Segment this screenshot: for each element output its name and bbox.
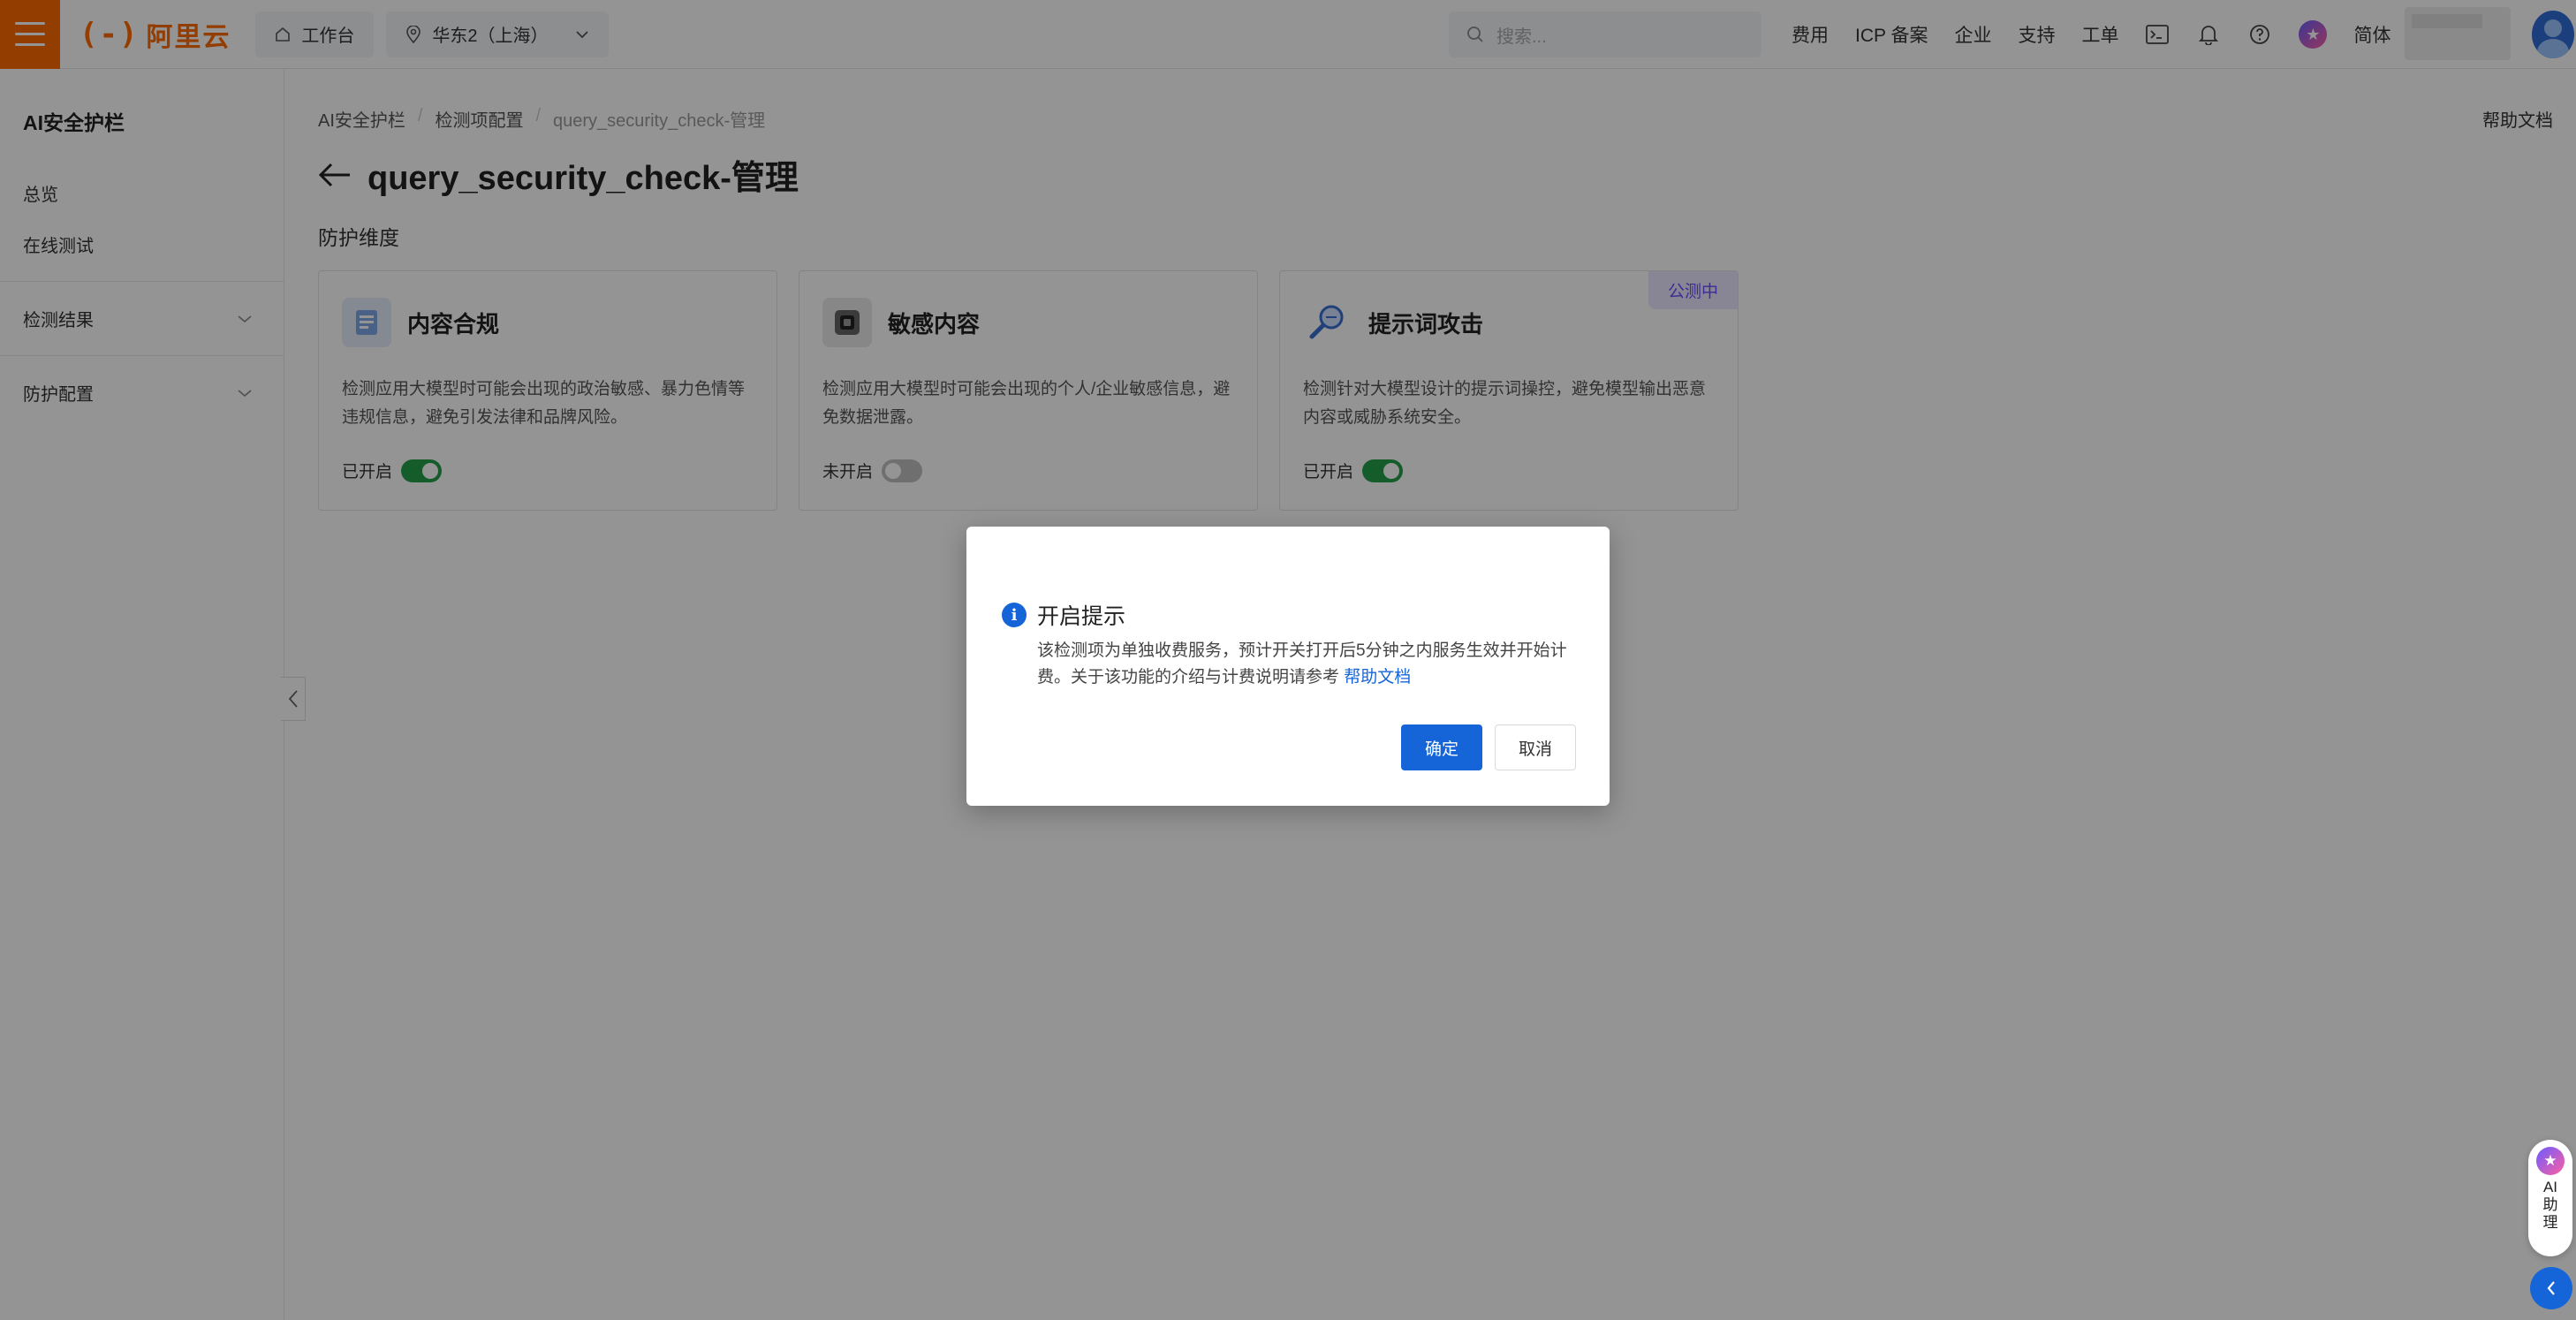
confirm-dialog: i 开启提示 该检测项为单独收费服务，预计开关打开后5分钟之内服务生效并开始计费… xyxy=(966,527,1610,806)
ai-assistant-label: AI助理 xyxy=(2542,1179,2558,1231)
expand-panel-button[interactable] xyxy=(2530,1267,2572,1309)
info-icon: i xyxy=(1002,603,1027,627)
dialog-body: 该检测项为单独收费服务，预计开关打开后5分钟之内服务生效并开始计费。关于该功能的… xyxy=(1037,638,1585,691)
dialog-message: 该检测项为单独收费服务，预计开关打开后5分钟之内服务生效并开始计费。关于该功能的… xyxy=(1037,641,1567,687)
ai-star-icon: ★ xyxy=(2536,1147,2565,1175)
help-doc-link[interactable]: 帮助文档 xyxy=(1344,668,1411,687)
dialog-title: 开启提示 xyxy=(1037,604,1126,629)
cancel-button[interactable]: 取消 xyxy=(1495,724,1576,770)
confirm-button[interactable]: 确定 xyxy=(1401,724,1482,770)
chevron-left-icon xyxy=(2547,1281,2555,1295)
ai-assistant-button[interactable]: ★ AI助理 xyxy=(2528,1140,2572,1256)
